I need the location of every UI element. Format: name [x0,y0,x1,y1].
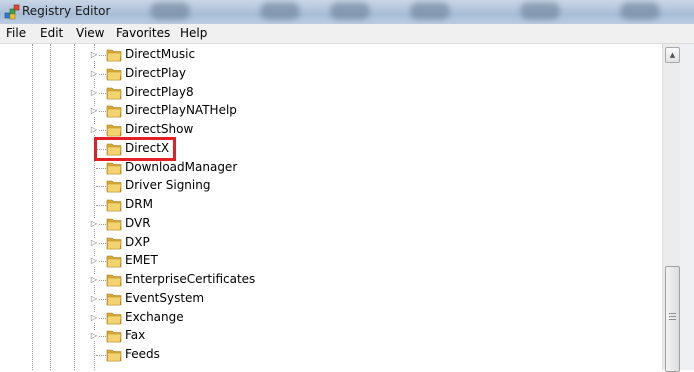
triangle-right-icon[interactable]: ▷ [90,50,98,60]
tree-connector [96,186,106,188]
tree-item-label[interactable]: EMET [125,253,158,267]
folder-icon [106,312,122,324]
tree-item-label[interactable]: DirectShow [125,122,193,136]
folder-icon [106,49,122,62]
triangle-right-icon[interactable]: ▷ [90,331,98,342]
tree-item[interactable]: DownloadManager [0,159,662,178]
tree-item[interactable]: ▷ Exchange [0,309,662,328]
registry-editor-icon [4,4,20,20]
tree-item[interactable]: ▷ Fax [0,327,662,346]
tree-item-label[interactable]: DVR [125,216,151,230]
tree-connector [96,355,106,356]
window-title: Registry Editor [22,4,111,18]
tree-connector [96,167,106,169]
triangle-right-icon[interactable]: ▷ [90,293,98,304]
tree-item-label[interactable]: Exchange [125,310,184,324]
tree-item[interactable]: ▷ DirectPlay [0,65,662,84]
folder-icon [106,199,122,212]
tree-item[interactable]: ▷ EventSystem [0,290,662,309]
tree-item[interactable]: Feeds [0,346,662,365]
triangle-right-icon[interactable]: ▷ [90,68,98,79]
tree-item[interactable]: ▷ DirectPlay8 [0,84,662,103]
folder-icon [106,255,122,268]
tree-item-label[interactable]: EnterpriseCertificates [125,272,255,286]
menu-edit[interactable]: Edit [38,26,65,40]
triangle-right-icon[interactable]: ▷ [90,106,98,117]
folder-icon [106,330,122,343]
tree-item[interactable]: ▷ DVR [0,215,662,234]
highlight-annotation [94,137,176,161]
tree-item[interactable]: ▷ EMET [0,252,662,271]
folder-icon [106,68,122,81]
menu-file[interactable]: File [4,26,28,40]
vertical-scrollbar[interactable]: ▲ [662,44,681,372]
tree-item-label[interactable]: DirectMusic [125,47,195,61]
triangle-right-icon[interactable]: ▷ [90,275,98,285]
registry-tree[interactable]: ▷ DirectMusic ▷ DirectPlay ▷ DirectPlay8 ▷ Dire… [0,44,662,370]
triangle-right-icon[interactable]: ▷ [90,256,98,267]
tree-item-label[interactable]: EventSystem [125,291,204,305]
menu-view[interactable]: View [74,26,106,40]
tree-item-label[interactable]: Driver Signing [125,178,210,192]
folder-icon [106,218,122,231]
tree-item-label[interactable]: DirectPlayNATHelp [125,103,237,117]
window-edge [680,44,694,370]
triangle-right-icon[interactable]: ▷ [90,218,98,229]
triangle-right-icon[interactable]: ▷ [90,125,98,135]
folder-icon [106,349,122,362]
triangle-right-icon[interactable]: ▷ [90,312,98,323]
tree-item[interactable]: ▷ DirectPlayNATHelp [0,102,662,121]
tree-item-label[interactable]: DRM [125,197,153,211]
tree-item-label[interactable]: Feeds [125,347,160,361]
tree-item[interactable]: ▷ DXP [0,234,662,253]
folder-icon [106,87,122,99]
tree-item[interactable]: ▷ EnterpriseCertificates [0,271,662,290]
title-bar: Registry Editor [0,0,694,24]
menu-favorites[interactable]: Favorites [114,26,172,40]
tree-item-label[interactable]: DXP [125,235,150,249]
scroll-thumb[interactable] [665,266,680,372]
tree-item-label[interactable]: DownloadManager [125,160,237,174]
menu-help[interactable]: Help [178,26,209,40]
folder-icon [106,293,122,306]
tree-item-label[interactable]: DirectPlay [125,66,186,80]
tree-item[interactable]: ▷ DirectMusic [0,46,662,65]
tree-item-label[interactable]: DirectPlay8 [125,85,194,99]
folder-icon [106,124,122,137]
folder-icon [106,162,122,174]
tree-item-label[interactable]: Fax [125,328,145,342]
scroll-up-button[interactable]: ▲ [665,47,680,63]
folder-icon [106,237,122,249]
tree-item[interactable]: Driver Signing [0,177,662,196]
menu-bar: File Edit View Favorites Help [0,24,694,44]
folder-icon [106,105,122,118]
triangle-right-icon[interactable]: ▷ [90,87,98,98]
tree-item[interactable]: DRM [0,196,662,215]
folder-icon [106,180,122,193]
triangle-right-icon[interactable]: ▷ [90,237,98,248]
tree-connector [96,205,106,206]
folder-icon [106,274,122,287]
